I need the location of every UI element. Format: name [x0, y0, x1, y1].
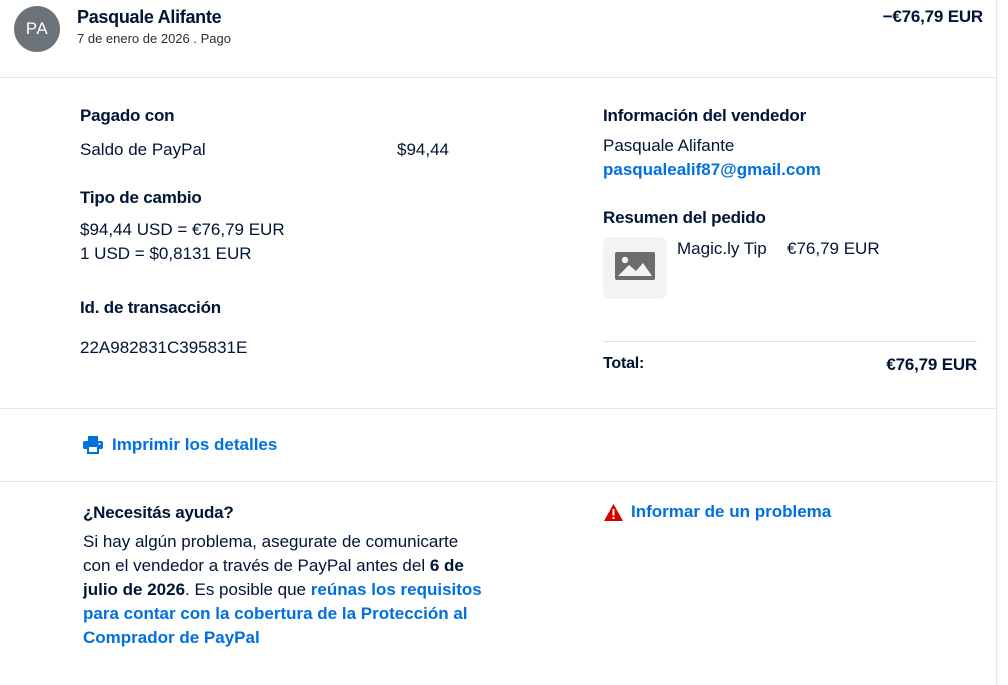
- transaction-id: 22A982831C395831E: [80, 338, 248, 357]
- paid-with-title: Pagado con: [80, 106, 175, 125]
- seller-email-link[interactable]: pasqualealif87@gmail.com: [603, 160, 821, 180]
- exchange-rate-title: Tipo de cambio: [80, 188, 202, 207]
- divider: [0, 408, 996, 409]
- transaction-amount: −€76,79 EUR: [882, 7, 984, 26]
- scroll-edge: [996, 0, 997, 685]
- total-value: €76,79 EUR: [886, 355, 977, 374]
- warning-icon: [604, 503, 623, 521]
- seller-name: Pasquale Alifante: [603, 136, 735, 155]
- print-details-label: Imprimir los detalles: [112, 435, 278, 454]
- printer-icon: [83, 436, 103, 454]
- help-text-intro: Si hay algún problema, asegurate de comu…: [83, 532, 459, 575]
- image-placeholder-icon: [615, 251, 655, 285]
- exchange-rate: 1 USD = $0,8131 EUR: [80, 244, 252, 263]
- order-summary-title: Resumen del pedido: [603, 208, 766, 227]
- item-thumbnail: [603, 237, 667, 299]
- total-label: Total:: [603, 355, 645, 372]
- total-divider: [603, 341, 977, 342]
- help-text: Si hay algún problema, asegurate de comu…: [83, 530, 483, 650]
- seller-info-title: Información del vendedor: [603, 106, 807, 125]
- help-title: ¿Necesitás ayuda?: [83, 503, 234, 522]
- order-item-name: Magic.ly Tip: [677, 239, 767, 258]
- exchange-conversion: $94,44 USD = €76,79 EUR: [80, 220, 285, 239]
- payment-method-amount: $94,44: [397, 140, 449, 159]
- print-details-link[interactable]: Imprimir los detalles: [83, 435, 277, 455]
- transaction-date: 7 de enero de 2026 . Pago: [77, 31, 231, 46]
- divider: [0, 481, 996, 482]
- payment-method: Saldo de PayPal: [80, 140, 206, 159]
- transaction-details-panel: PA Pasquale Alifante 7 de enero de 2026 …: [0, 0, 996, 685]
- report-problem-label: Informar de un problema: [631, 502, 832, 521]
- avatar: PA: [14, 6, 60, 52]
- counterparty-name: Pasquale Alifante: [77, 7, 222, 27]
- order-item-amount: €76,79 EUR: [787, 239, 880, 258]
- divider: [0, 77, 996, 78]
- help-text-middle: . Es posible que: [185, 580, 311, 599]
- transaction-id-title: Id. de transacción: [80, 298, 221, 317]
- report-problem-link[interactable]: Informar de un problema: [604, 502, 831, 522]
